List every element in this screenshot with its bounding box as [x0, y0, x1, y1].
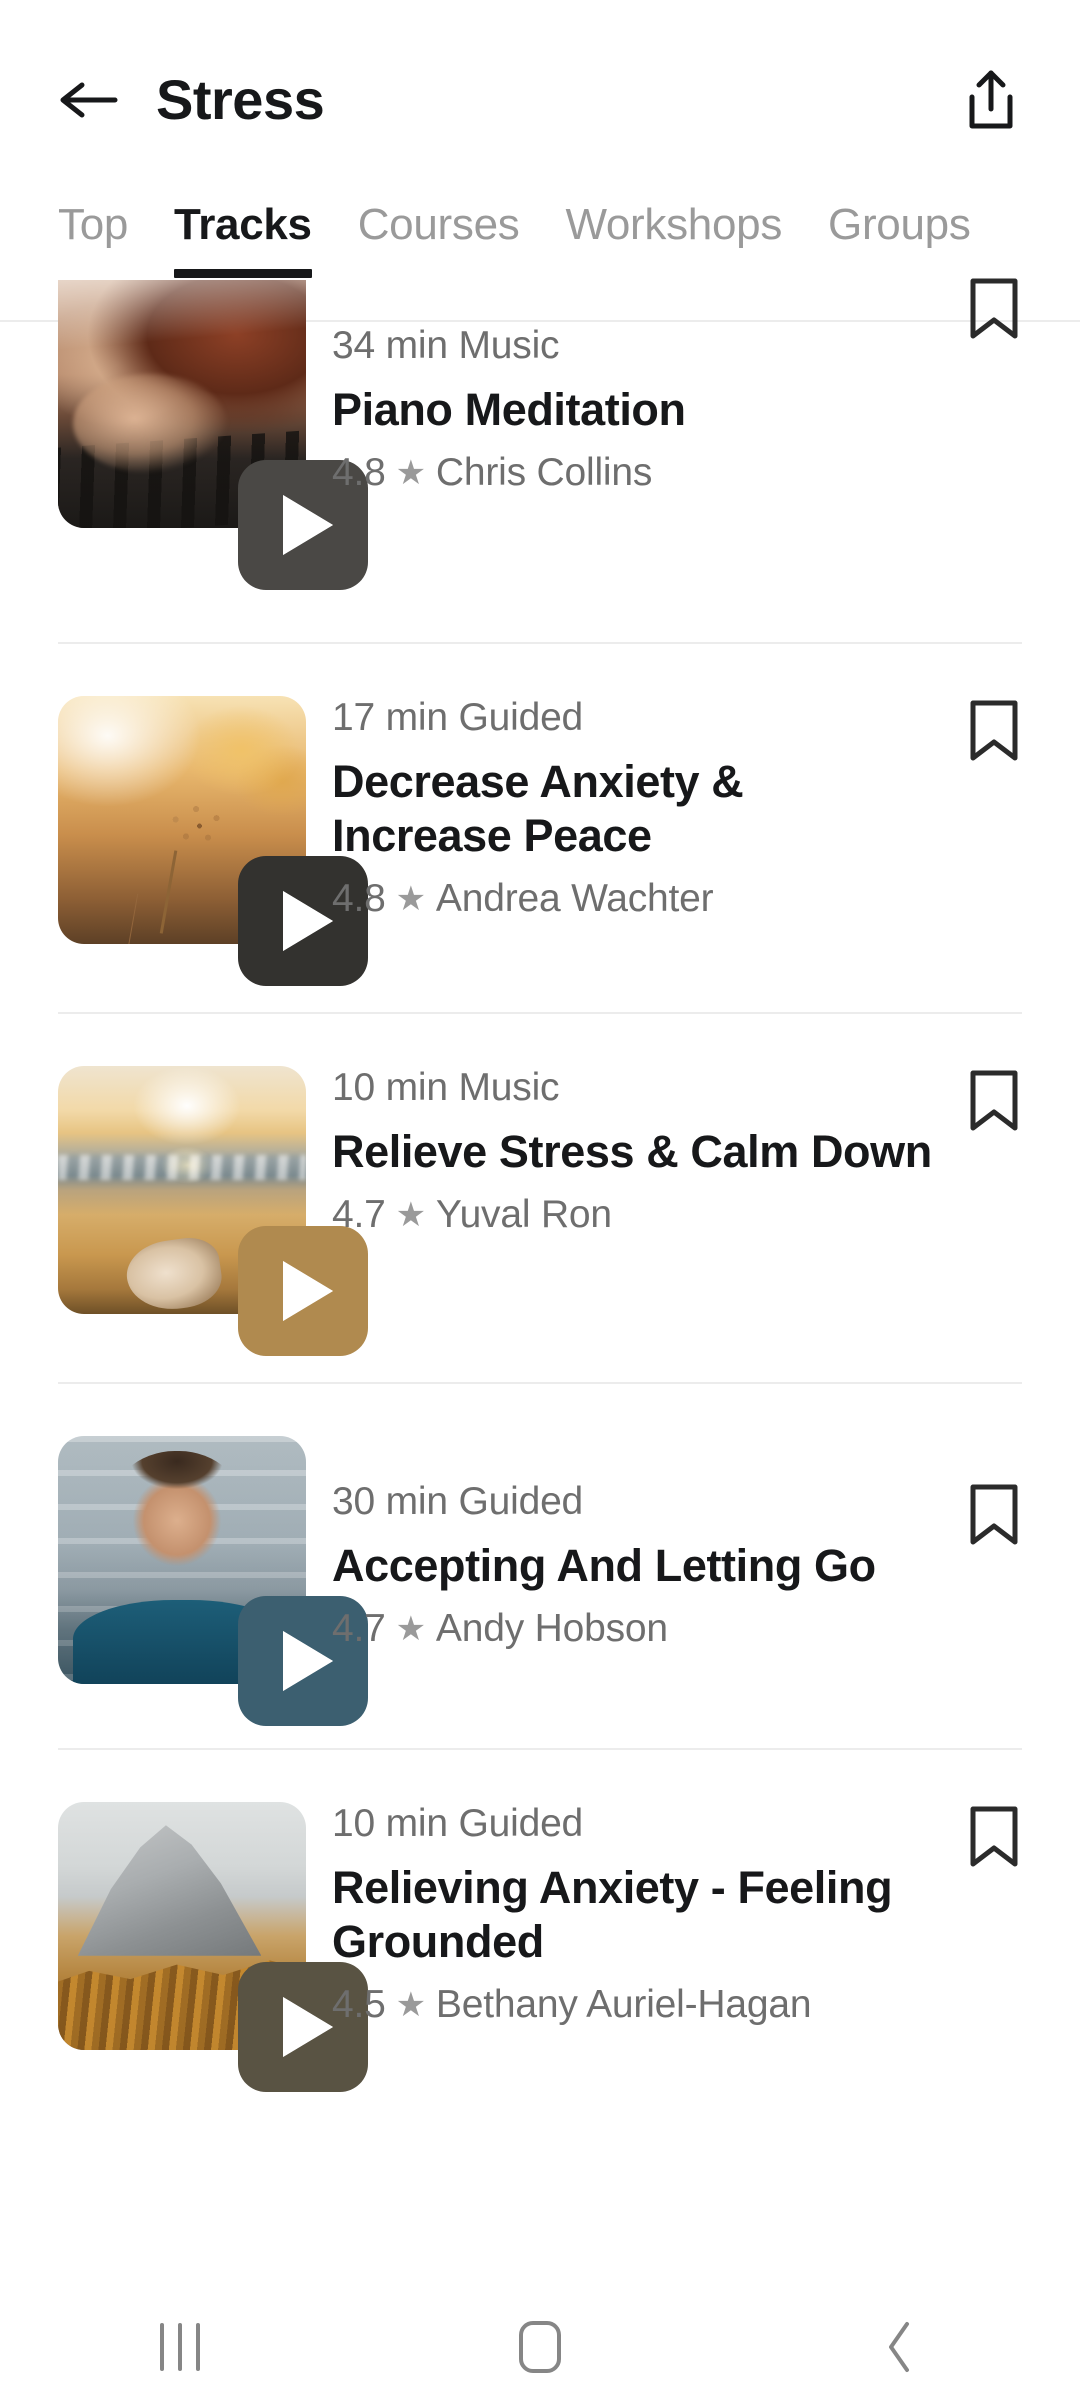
table-row[interactable]: 10 min Guided Relieving Anxiety - Feelin…	[0, 1750, 1080, 2092]
system-back-button[interactable]	[825, 2294, 975, 2400]
bookmark-button[interactable]	[966, 276, 1022, 342]
tab-courses[interactable]: Courses	[358, 200, 520, 278]
recents-icon	[160, 2323, 200, 2371]
share-button[interactable]	[960, 67, 1022, 133]
track-list: 34 min Music Piano Meditation 4.8 ★ Chri…	[0, 278, 1080, 2092]
rating-value: 4.8	[332, 450, 386, 494]
track-author: Andy Hobson	[435, 1606, 668, 1650]
android-navigation-bar	[0, 2294, 1080, 2400]
track-title: Decrease Anxiety & Increase Peace	[332, 755, 744, 861]
track-info: 17 min Guided Decrease Anxiety & Increas…	[306, 696, 1022, 964]
bookmark-button[interactable]	[966, 1068, 1022, 1134]
track-title: Relieve Stress & Calm Down	[332, 1125, 932, 1177]
rating-value: 4.8	[332, 876, 386, 920]
track-title: Piano Meditation	[332, 383, 686, 435]
rating-value: 4.7	[332, 1606, 386, 1650]
star-icon: ★	[395, 1985, 426, 2024]
track-title: Accepting And Letting Go	[332, 1539, 876, 1591]
bookmark-icon	[970, 1070, 1018, 1131]
bookmark-button[interactable]	[966, 1482, 1022, 1548]
thumbnail-wrapper[interactable]	[58, 280, 368, 590]
bookmark-icon	[970, 1484, 1018, 1545]
star-icon: ★	[395, 453, 426, 492]
track-rating: 4.8 ★ Chris Collins	[332, 451, 932, 495]
track-info: 34 min Music Piano Meditation 4.8 ★ Chri…	[306, 278, 1022, 568]
page-title: Stress	[156, 68, 325, 131]
back-icon	[889, 2322, 909, 2372]
rating-value: 4.7	[332, 1192, 386, 1236]
track-rating: 4.7 ★ Yuval Ron	[332, 1193, 932, 1237]
track-meta: 34 min Music	[332, 324, 560, 367]
share-icon	[969, 70, 1013, 129]
track-info: 10 min Guided Relieving Anxiety - Feelin…	[306, 1802, 1022, 2070]
star-icon: ★	[395, 1609, 426, 1648]
recents-button[interactable]	[105, 2294, 255, 2400]
table-row[interactable]: 10 min Music Relieve Stress & Calm Down …	[0, 1014, 1080, 1356]
track-meta: 17 min Guided	[332, 696, 584, 739]
bookmark-icon	[970, 700, 1018, 761]
bookmark-icon	[970, 278, 1018, 339]
thumbnail-wrapper[interactable]	[58, 696, 368, 986]
bookmark-button[interactable]	[966, 698, 1022, 764]
track-info: 30 min Guided Accepting And Letting Go 4…	[306, 1436, 1022, 1704]
track-meta: 30 min Guided	[332, 1480, 584, 1523]
bookmark-button[interactable]	[966, 1804, 1022, 1870]
table-row[interactable]: 17 min Guided Decrease Anxiety & Increas…	[0, 644, 1080, 986]
track-author: Yuval Ron	[435, 1192, 612, 1236]
tab-tracks[interactable]: Tracks	[174, 200, 312, 278]
home-icon	[519, 2321, 561, 2373]
back-button[interactable]	[58, 69, 120, 131]
track-rating: 4.8 ★ Andrea Wachter	[332, 877, 932, 921]
bookmark-icon	[970, 1806, 1018, 1867]
rating-value: 4.5	[332, 1982, 386, 2026]
table-row[interactable]: 30 min Guided Accepting And Letting Go 4…	[0, 1384, 1080, 1726]
arrow-left-icon	[60, 82, 118, 118]
thumbnail-wrapper[interactable]	[58, 1436, 368, 1726]
track-author: Chris Collins	[435, 450, 653, 494]
track-author: Andrea Wachter	[435, 876, 714, 920]
home-button[interactable]	[465, 2294, 615, 2400]
track-meta: 10 min Guided	[332, 1802, 584, 1845]
star-icon: ★	[395, 1195, 426, 1234]
tab-groups[interactable]: Groups	[828, 200, 971, 278]
track-meta: 10 min Music	[332, 1066, 560, 1109]
thumbnail-wrapper[interactable]	[58, 1066, 368, 1356]
tab-workshops[interactable]: Workshops	[565, 200, 782, 278]
track-author: Bethany Auriel-Hagan	[435, 1982, 812, 2026]
table-row[interactable]: 34 min Music Piano Meditation 4.8 ★ Chri…	[0, 278, 1080, 590]
star-icon: ★	[395, 879, 426, 918]
tab-top[interactable]: Top	[58, 200, 128, 278]
track-rating: 4.7 ★ Andy Hobson	[332, 1607, 932, 1651]
track-info: 10 min Music Relieve Stress & Calm Down …	[306, 1066, 1022, 1334]
track-title: Relieving Anxiety - Feeling Grounded	[332, 1861, 893, 1967]
track-rating: 4.5 ★ Bethany Auriel-Hagan	[332, 1983, 932, 2027]
app-header: Stress	[0, 0, 1080, 200]
thumbnail-wrapper[interactable]	[58, 1802, 368, 2092]
